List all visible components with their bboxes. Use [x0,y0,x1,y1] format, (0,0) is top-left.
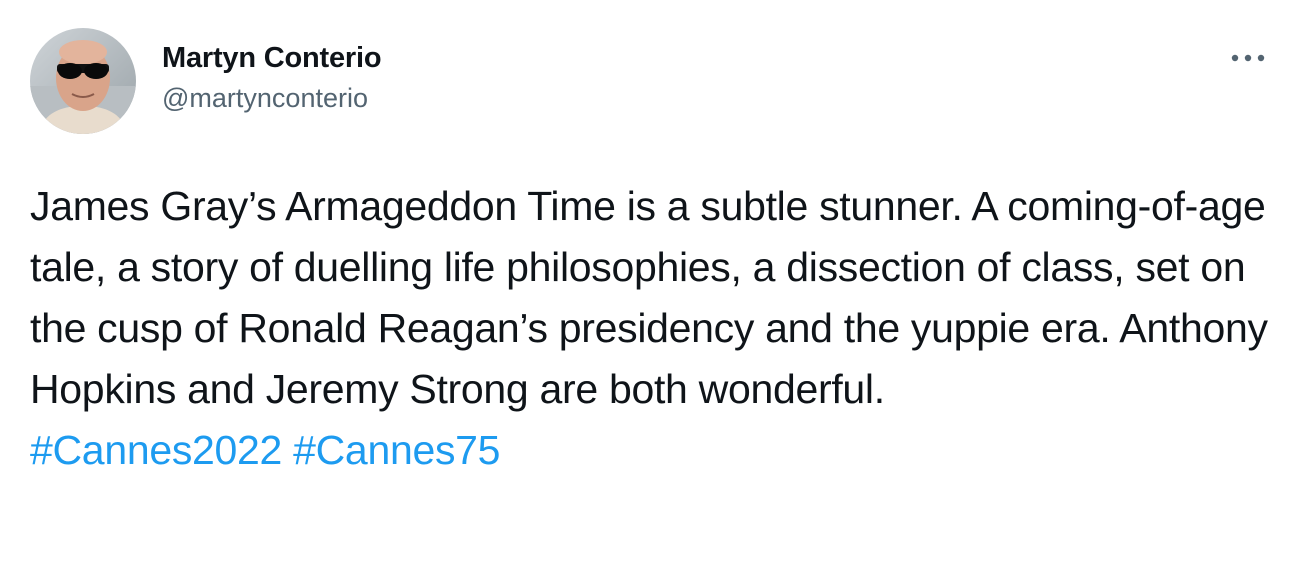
hashtag-link[interactable]: #Cannes75 [293,427,500,473]
hashtag-link[interactable]: #Cannes2022 [30,427,282,473]
author-handle[interactable]: @martynconterio [162,82,381,116]
tweet-body: James Gray’s Armageddon Time is a subtle… [30,176,1275,481]
profile-photo [30,28,136,134]
hashtag-list: #Cannes2022 #Cannes75 [30,420,1275,481]
author-block: Martyn Conterio @martynconterio [162,40,382,116]
tweet-text: James Gray’s Armageddon Time is a subtle… [30,183,1268,412]
tweet-card: Martyn Conterio @martynconterio James Gr… [0,0,1300,579]
more-options-icon [1231,54,1265,62]
author-display-name[interactable]: Martyn Conterio [162,40,382,76]
avatar[interactable] [30,28,136,134]
more-options-button[interactable] [1226,44,1270,72]
